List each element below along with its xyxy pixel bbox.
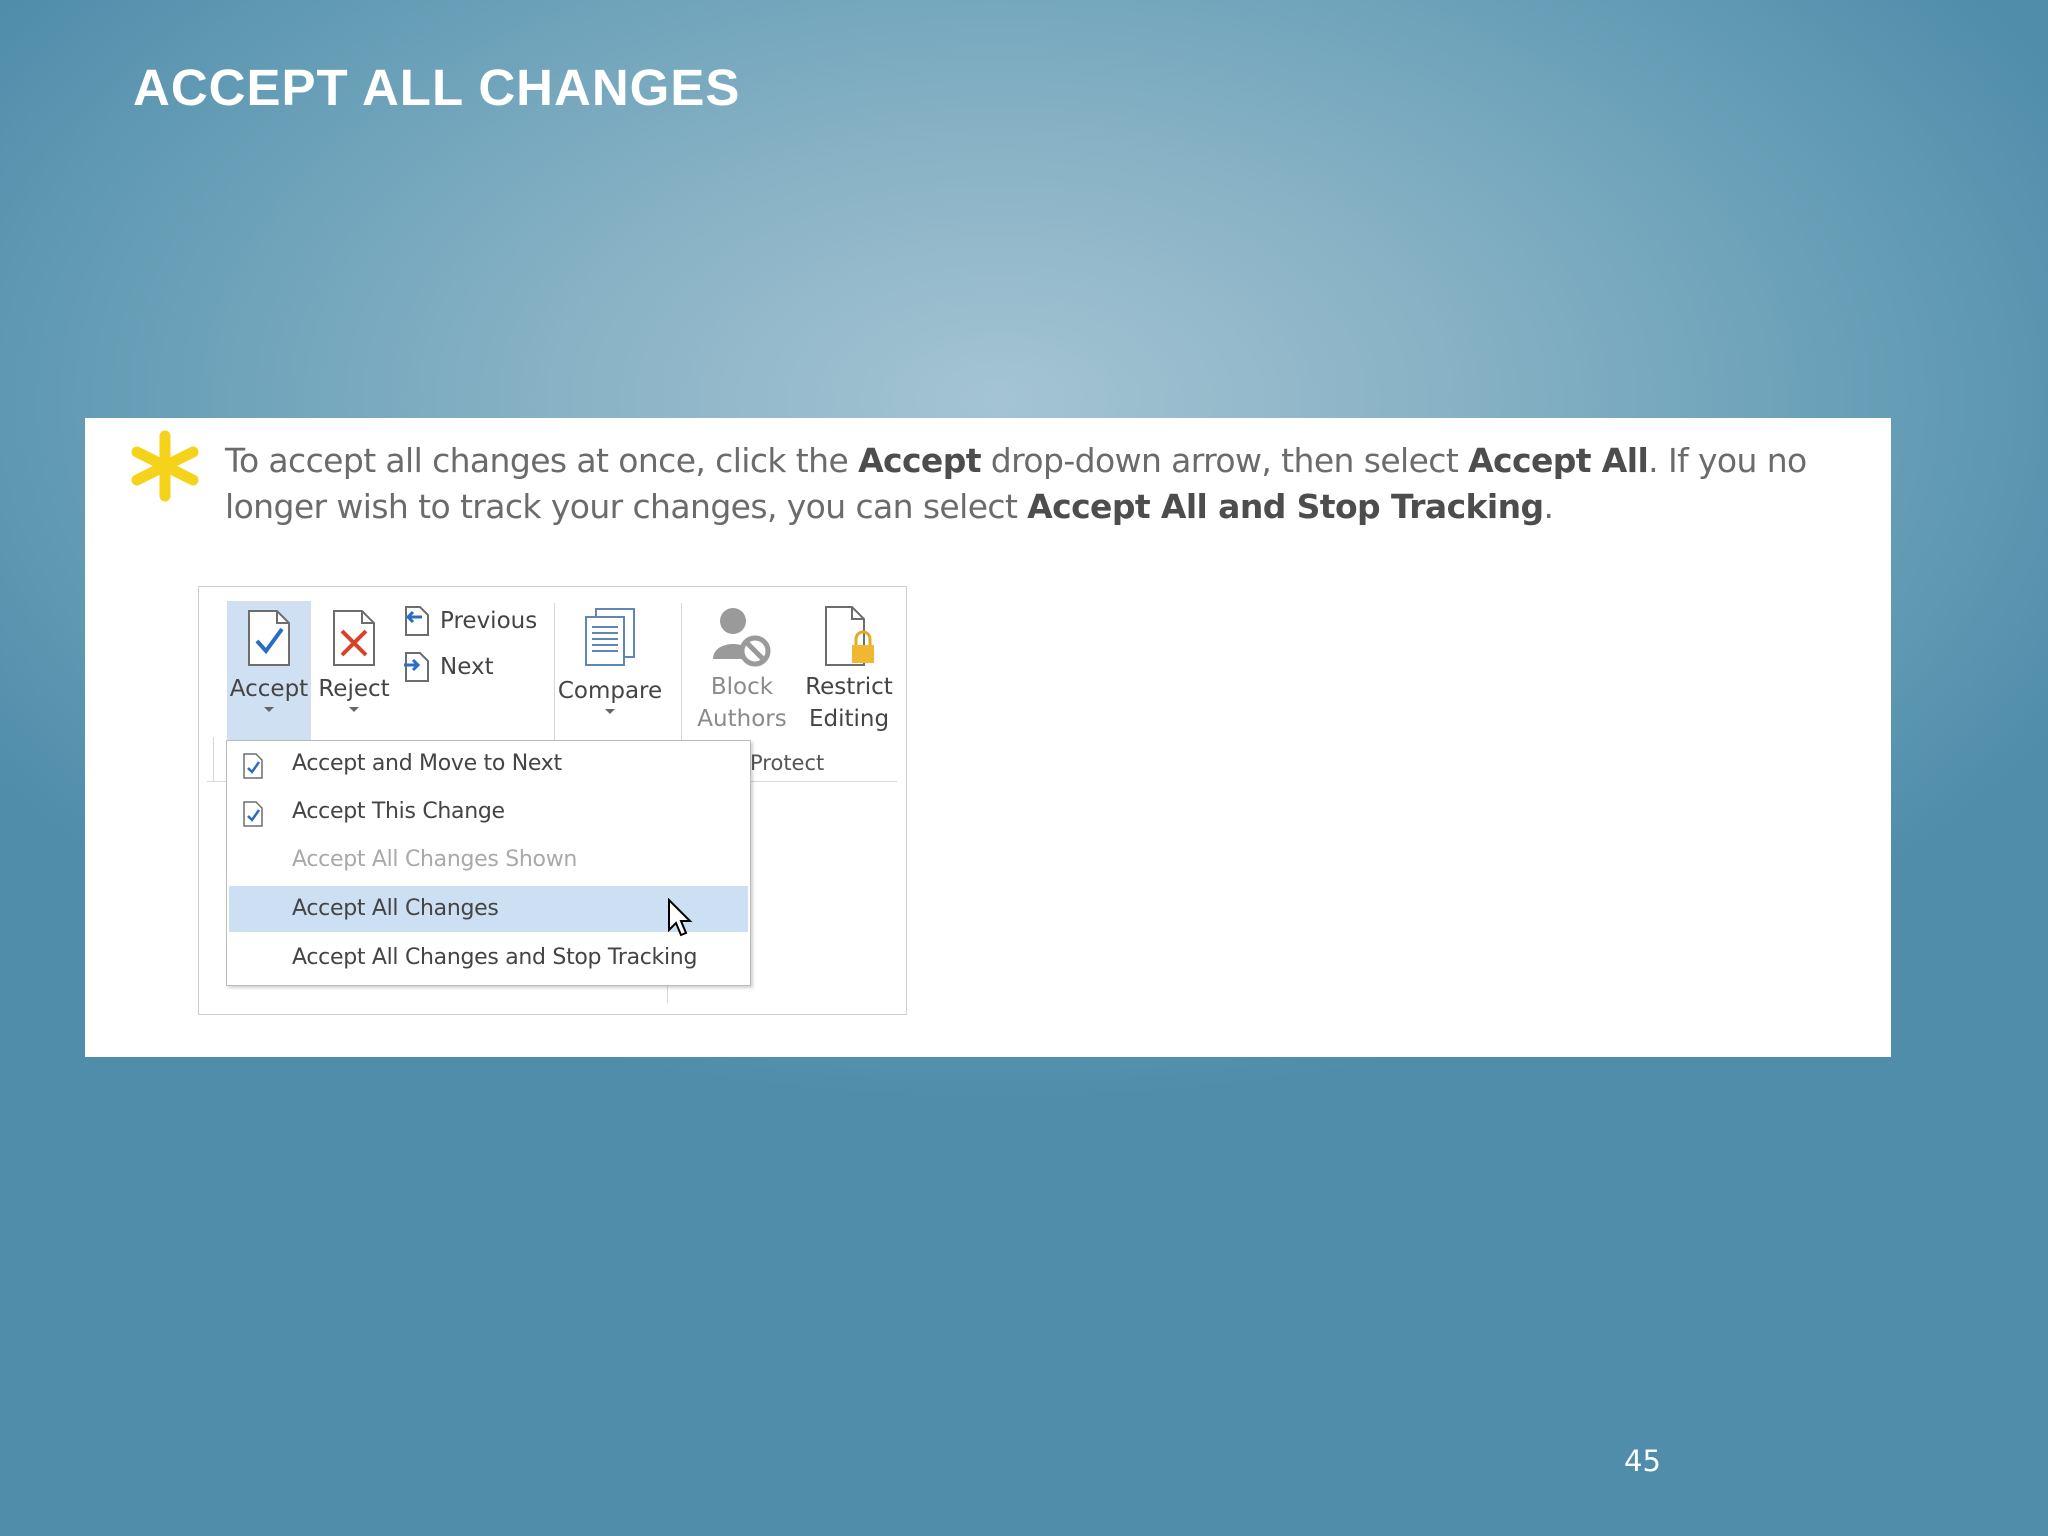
menu-item-label: Accept and Move to Next [292,751,562,776]
tip-text-segment: To accept all changes at once, click the [225,441,859,480]
next-button[interactable]: Next [402,651,494,683]
previous-icon [405,606,429,636]
tip-bold-text: Accept All and Stop Tracking [1027,487,1544,526]
next-label: Next [440,654,494,680]
previous-button[interactable]: Previous [402,605,537,637]
group-divider [213,737,214,781]
content-panel: To accept all changes at once, click the… [85,418,1891,1057]
slide-title: ACCEPT ALL CHANGES [133,59,741,116]
block-authors-icon [713,608,771,667]
accept-doc-icon [248,610,290,666]
menu-item-accept-this-change[interactable]: Accept This Change [229,789,748,835]
chevron-down-icon[interactable] [349,707,359,712]
menu-item-label: Accept All Changes [292,896,499,921]
accept-button[interactable]: Accept [227,601,311,741]
star-icon [131,430,199,502]
compare-icon [585,608,635,666]
reject-doc-icon [333,610,375,666]
tip-text-segment: drop-down arrow, then select [980,441,1469,480]
restrict-label-line2: Editing [808,706,890,732]
tip-bold-text: Accept All [1468,441,1649,480]
tip-text-segment: . [1543,487,1554,526]
restrict-editing-button[interactable]: Restrict Editing [799,601,899,741]
reject-button[interactable]: Reject [317,601,391,741]
menu-item-label: Accept This Change [292,799,505,824]
group-divider [681,603,682,741]
menu-item-accept-move-next[interactable]: Accept and Move to Next [229,741,748,787]
block-label-line2: Authors [697,706,787,732]
menu-item-label: Accept All Changes and Stop Tracking [292,945,698,970]
lock-doc-icon [825,606,874,666]
menu-item-accept-all-shown: Accept All Changes Shown [229,837,748,883]
page-number: 45 [1624,1444,1661,1478]
ribbon-screenshot: Accept Reject Previous Next Compare Bloc… [198,586,907,1015]
mouse-cursor-icon [668,898,693,937]
accept-doc-icon [243,801,263,827]
restrict-label-line1: Restrict [805,674,893,700]
menu-item-accept-all-stop-tracking[interactable]: Accept All Changes and Stop Tracking [229,935,748,981]
tip-text: To accept all changes at once, click the… [225,438,1865,530]
accept-doc-icon [243,753,263,779]
next-icon [404,652,429,682]
compare-button[interactable]: Compare [557,601,663,741]
accept-label: Accept [229,676,309,702]
accept-dropdown-menu: Accept and Move to Next Accept This Chan… [226,740,751,986]
tip-bold-text: Accept [858,441,981,480]
menu-item-label: Accept All Changes Shown [292,847,578,872]
previous-label: Previous [440,608,538,634]
reject-label: Reject [318,676,390,702]
compare-label: Compare [557,678,663,704]
block-label-line1: Block [710,674,774,700]
chevron-down-icon[interactable] [264,707,274,712]
protect-group-label: Protect [750,751,825,775]
chevron-down-icon[interactable] [605,709,615,714]
group-divider [554,603,555,741]
block-authors-button[interactable]: Block Authors [692,601,792,741]
